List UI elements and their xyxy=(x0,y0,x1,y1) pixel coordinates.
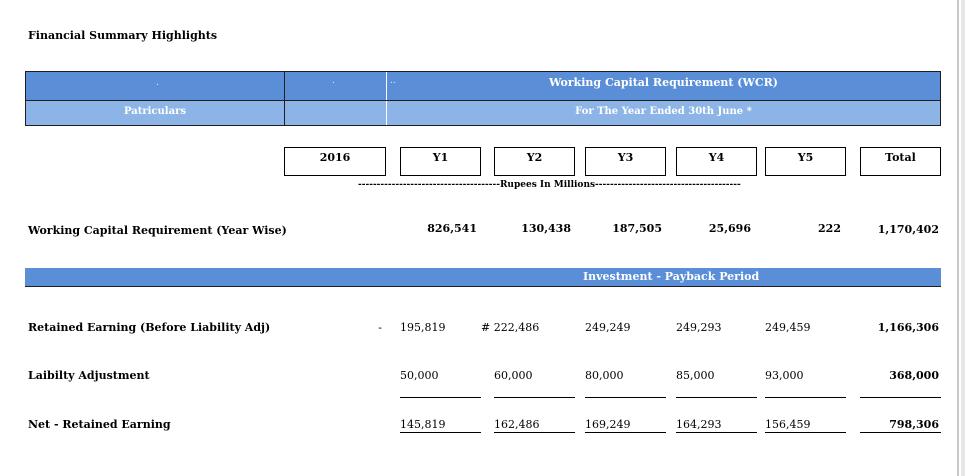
liability-value-y4: 85,000 xyxy=(676,369,715,382)
retained-value-y5: 249,459 xyxy=(765,321,811,334)
total-rule xyxy=(676,397,757,398)
year-header-y3: Y3 xyxy=(585,147,666,176)
year-header-2016: 2016 xyxy=(284,147,386,176)
investment-underline xyxy=(25,286,941,287)
net-value-y5: 156,459 xyxy=(765,418,811,431)
year-header-y5: Y5 xyxy=(765,147,846,176)
year-header-y4: Y4 xyxy=(676,147,757,176)
net-rule xyxy=(585,432,666,433)
header-dot: . xyxy=(156,78,159,88)
year-header-y2: Y2 xyxy=(494,147,575,176)
net-value-total: 798,306 xyxy=(889,418,939,431)
wcr-value-total: 1,170,402 xyxy=(877,223,939,236)
retained-value-y2: # 222,486 xyxy=(481,321,540,334)
investment-heading: Investment - Payback Period xyxy=(583,270,760,283)
header-divider xyxy=(284,72,285,100)
wcr-value-y5: 222 xyxy=(818,222,841,235)
wcr-heading: Working Capital Requirement (WCR) xyxy=(549,76,778,89)
net-value-y1: 145,819 xyxy=(400,418,446,431)
year-header-total: Total xyxy=(860,147,941,176)
liability-value-y5: 93,000 xyxy=(765,369,804,382)
sheet-border-right xyxy=(957,0,959,476)
liability-value-y1: 50,000 xyxy=(400,369,439,382)
net-row-label: Net - Retained Earning xyxy=(28,418,171,431)
retained-value-total: 1,166,306 xyxy=(877,321,939,334)
wcr-value-y2: 130,438 xyxy=(521,222,571,235)
net-rule xyxy=(494,432,575,433)
header-dot: . xyxy=(332,76,335,86)
net-rule xyxy=(860,432,941,433)
total-rule xyxy=(494,397,575,398)
wcr-header-bar: . . .. Working Capital Requirement (WCR) xyxy=(25,71,941,101)
liability-value-y3: 80,000 xyxy=(585,369,624,382)
retained-value-y3: 249,249 xyxy=(585,321,631,334)
net-rule xyxy=(400,432,481,433)
net-rule xyxy=(676,432,757,433)
net-value-y2: 162,486 xyxy=(494,418,540,431)
wcr-row-label: Working Capital Requirement (Year Wise) xyxy=(28,224,287,237)
retained-value-y1: 195,819 xyxy=(400,321,446,334)
sheet-scroll-edge xyxy=(961,0,965,476)
net-value-y4: 164,293 xyxy=(676,418,722,431)
liability-row-label: Laibilty Adjustment xyxy=(28,369,150,382)
subheader-divider xyxy=(284,101,285,125)
total-rule xyxy=(585,397,666,398)
page-title: Financial Summary Highlights xyxy=(28,29,218,42)
total-rule xyxy=(400,397,481,398)
total-rule xyxy=(860,397,941,398)
liability-value-y2: 60,000 xyxy=(494,369,533,382)
retained-value-2016: - xyxy=(378,321,382,334)
total-rule xyxy=(765,397,846,398)
period-label: For The Year Ended 30th June * xyxy=(575,106,752,117)
net-value-y3: 169,249 xyxy=(585,418,631,431)
net-rule xyxy=(765,432,846,433)
year-header-y1: Y1 xyxy=(400,147,481,176)
wcr-value-y1: 826,541 xyxy=(427,222,477,235)
unit-note: --------------------------------------Ru… xyxy=(358,180,741,190)
investment-header-bar: Investment - Payback Period xyxy=(25,268,941,286)
retained-value-y4: 249,293 xyxy=(676,321,722,334)
wcr-value-y4: 25,696 xyxy=(708,222,751,235)
particulars-label: Patriculars xyxy=(124,106,186,117)
wcr-subheader-bar: Patriculars For The Year Ended 30th June… xyxy=(25,100,941,126)
retained-row-label: Retained Earning (Before Liability Adj) xyxy=(28,321,271,334)
wcr-value-y3: 187,505 xyxy=(612,222,662,235)
liability-value-total: 368,000 xyxy=(889,369,939,382)
